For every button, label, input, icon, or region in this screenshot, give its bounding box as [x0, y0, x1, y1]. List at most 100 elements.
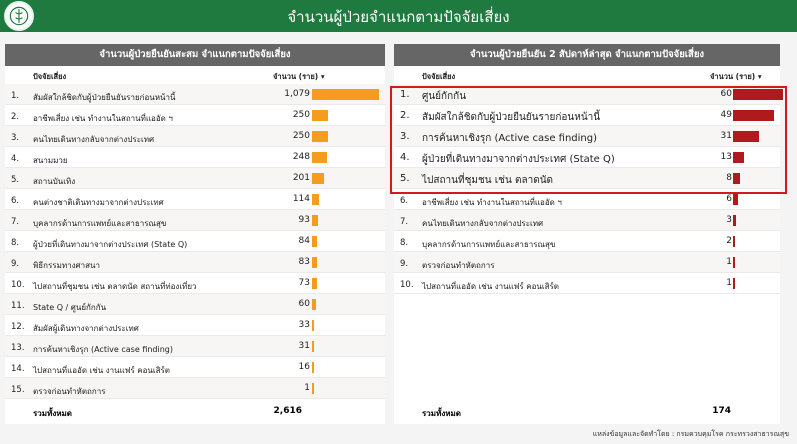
category-label: ตรวจก่อนทำหัตถการ — [33, 387, 106, 396]
category-label: คนไทยเดินทางกลับจากต่างประเทศ — [33, 135, 155, 144]
category-label: ตรวจก่อนทำหัตถการ — [422, 261, 495, 270]
bar — [312, 89, 379, 100]
row-number: 5. — [11, 175, 20, 185]
value-label: 16 — [298, 361, 310, 372]
value-label: 93 — [298, 214, 310, 225]
category-label: พิธีกรรมทางศาสนา — [33, 261, 100, 270]
table-row: 9. พิธีกรรมทางศาสนา 83 — [5, 252, 385, 273]
category-label: อาชีพเสี่ยง เช่น ทำงานในสถานที่แออัด ฯ — [422, 198, 562, 207]
category-label: ไปสถานที่แออัด เช่น งานแฟร์ คอนเสิร์ต — [33, 366, 171, 375]
table-row: 13. การค้นหาเชิงรุก (Active case finding)… — [5, 336, 385, 357]
value-label: 6 — [726, 193, 732, 204]
value-label: 1 — [726, 256, 732, 267]
table-row: 12. สัมผัสผู้เดินทางจากต่างประเทศ 33 — [5, 315, 385, 336]
row-number: 8. — [400, 238, 409, 248]
table-row: 14. ไปสถานที่แออัด เช่น งานแฟร์ คอนเสิร์ต… — [5, 357, 385, 378]
row-number: 11. — [11, 301, 25, 311]
category-label: บุคลากรด้านการแพทย์และสาธารณสุข — [422, 240, 556, 249]
bar — [733, 257, 735, 268]
total-label: รวมทั้งหมด — [33, 409, 72, 418]
table-row: 11. State Q / ศูนย์กักกัน 60 — [5, 294, 385, 315]
total-row: รวมทั้งหมด 2,616 — [5, 401, 385, 423]
row-number: 7. — [400, 217, 409, 227]
total-label: รวมทั้งหมด — [422, 409, 461, 418]
table-row: 2. อาชีพเสี่ยง เช่น ทำงานในสถานที่แออัด ฯ… — [5, 105, 385, 126]
row-number: 6. — [400, 196, 409, 206]
bar — [312, 173, 325, 184]
header-bar: จำนวนผู้ป่วยจำแนกตามปัจจัยเสี่ยง — [0, 0, 797, 32]
column-header-value[interactable]: จำนวน (ราย) ▾ — [710, 71, 762, 83]
table-row: 15. ตรวจก่อนทำหัตถการ 1 — [5, 378, 385, 399]
value-label: 73 — [298, 277, 310, 288]
value-label: 250 — [292, 130, 310, 141]
row-number: 15. — [11, 385, 25, 395]
row-number: 1. — [11, 91, 20, 101]
column-header: ปัจจัยเสี่ยง จำนวน (ราย) ▾ — [5, 66, 385, 84]
bar — [312, 320, 315, 331]
row-number: 3. — [11, 133, 20, 143]
table-row: 10. ไปสถานที่ชุมชน เช่น ตลาดนัด สถานที่ท่… — [5, 273, 385, 294]
row-number: 2. — [11, 112, 20, 122]
table-row: 8. บุคลากรด้านการแพทย์และสาธารณสุข 2 — [394, 231, 780, 252]
highlight-box — [390, 86, 787, 194]
value-label: 250 — [292, 109, 310, 120]
bar — [312, 110, 328, 121]
bar — [312, 278, 317, 289]
table-row: 7. บุคลากรด้านการแพทย์และสาธารณสุข 93 — [5, 210, 385, 231]
category-label: สนามมวย — [33, 156, 68, 165]
value-label: 248 — [292, 151, 310, 162]
category-label: การค้นหาเชิงรุก (Active case finding) — [33, 345, 173, 354]
category-label: ไปสถานที่ชุมชน เช่น ตลาดนัด สถานที่ท่องเ… — [33, 282, 197, 291]
value-label: 3 — [726, 214, 732, 225]
table-row: 8. ผู้ป่วยที่เดินทางมาจากต่างประเทศ (Stat… — [5, 231, 385, 252]
panel-title: จำนวนผู้ป่วยยืนยัน 2 สัปดาห์ล่าสุด จำแนก… — [394, 44, 780, 66]
column-header-name: ปัจจัยเสี่ยง — [33, 72, 67, 81]
row-number: 7. — [11, 217, 20, 227]
table-row: 10. ไปสถานที่แออัด เช่น งานแฟร์ คอนเสิร์ต… — [394, 273, 780, 294]
bar — [312, 131, 328, 142]
table-row: 4. สนามมวย 248 — [5, 147, 385, 168]
column-header-name: ปัจจัยเสี่ยง — [422, 72, 456, 81]
bar — [733, 236, 735, 247]
category-label: สัมผัสใกล้ชิดกับผู้ป่วยยืนยันรายก่อนหน้า… — [33, 93, 176, 102]
value-label: 83 — [298, 256, 310, 267]
category-label: State Q / ศูนย์กักกัน — [33, 303, 107, 312]
bar — [733, 194, 738, 205]
value-label: 1,079 — [284, 88, 310, 99]
page-title: จำนวนผู้ป่วยจำแนกตามปัจจัยเสี่ยง — [287, 8, 510, 26]
value-label: 33 — [298, 319, 310, 330]
column-header-value[interactable]: จำนวน (ราย) ▾ — [273, 71, 325, 83]
value-label: 114 — [292, 193, 310, 204]
row-number: 12. — [11, 322, 25, 332]
category-label: ผู้ป่วยที่เดินทางมาจากต่างประเทศ (State … — [33, 240, 188, 249]
bar — [312, 215, 318, 226]
bar — [312, 257, 318, 268]
bar — [733, 215, 736, 226]
category-label: สถานบันเทิง — [33, 177, 76, 186]
table-row: 5. สถานบันเทิง 201 — [5, 168, 385, 189]
row-number: 8. — [11, 238, 20, 248]
category-label: ไปสถานที่แออัด เช่น งานแฟร์ คอนเสิร์ต — [422, 282, 560, 291]
total-value: 174 — [712, 406, 731, 416]
bar — [312, 383, 314, 394]
table-row: 1. สัมผัสใกล้ชิดกับผู้ป่วยยืนยันรายก่อนหน… — [5, 84, 385, 105]
total-row: รวมทั้งหมด 174 — [394, 401, 780, 423]
row-number: 13. — [11, 343, 25, 353]
bar — [312, 341, 314, 352]
sort-icon: ▾ — [757, 72, 762, 81]
value-label: 31 — [298, 340, 310, 351]
panel-cumulative: จำนวนผู้ป่วยยืนยันสะสม จำแนกตามปัจจัยเสี… — [5, 44, 385, 424]
bar — [312, 236, 318, 247]
bar — [312, 299, 316, 310]
sort-icon: ▾ — [320, 72, 325, 81]
table-row: 3. คนไทยเดินทางกลับจากต่างประเทศ 250 — [5, 126, 385, 147]
value-label: 1 — [726, 277, 732, 288]
category-label: อาชีพเสี่ยง เช่น ทำงานในสถานที่แออัด ฯ — [33, 114, 173, 123]
value-label: 1 — [304, 382, 310, 393]
table-body: 1. สัมผัสใกล้ชิดกับผู้ป่วยยืนยันรายก่อนหน… — [5, 84, 385, 399]
value-label: 201 — [292, 172, 310, 183]
row-number: 4. — [11, 154, 20, 164]
total-value: 2,616 — [273, 406, 302, 416]
value-label: 84 — [298, 235, 310, 246]
category-label: บุคลากรด้านการแพทย์และสาธารณสุข — [33, 219, 167, 228]
